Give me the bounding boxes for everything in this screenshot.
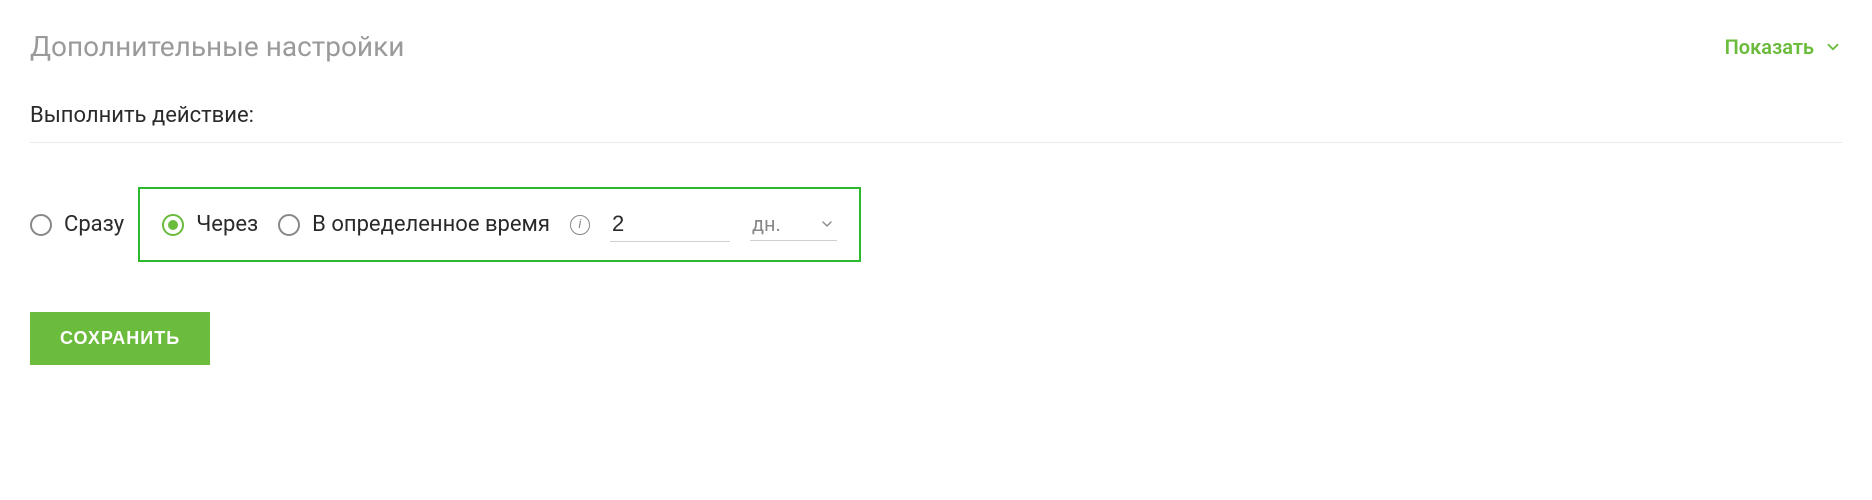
settings-header: Дополнительные настройки Показать bbox=[30, 30, 1842, 63]
section-title: Дополнительные настройки bbox=[30, 30, 404, 63]
save-button[interactable]: СОХРАНИТЬ bbox=[30, 312, 210, 365]
divider bbox=[30, 142, 1842, 143]
option-after[interactable]: Через bbox=[162, 212, 258, 237]
chevron-down-icon bbox=[1824, 38, 1842, 56]
unit-select-value: дн. bbox=[752, 212, 781, 236]
radio-after[interactable] bbox=[162, 214, 184, 236]
radio-after-label: Через bbox=[196, 212, 258, 237]
action-label: Выполнить действие: bbox=[30, 103, 1842, 128]
toggle-show-button[interactable]: Показать bbox=[1725, 35, 1842, 59]
radio-at-time[interactable] bbox=[278, 214, 300, 236]
toggle-show-label: Показать bbox=[1725, 35, 1814, 59]
chevron-down-icon bbox=[819, 216, 835, 232]
option-at-time[interactable]: В определенное время bbox=[278, 212, 550, 237]
radio-at-time-label: В определенное время bbox=[312, 212, 550, 237]
radio-row: Сразу Через В определенное время i дн. bbox=[30, 187, 1842, 262]
info-icon[interactable]: i bbox=[570, 215, 590, 235]
delay-value-input[interactable] bbox=[610, 207, 730, 242]
highlighted-group: Через В определенное время i дн. bbox=[138, 187, 861, 262]
radio-immediately-label: Сразу bbox=[64, 212, 124, 237]
option-immediately[interactable]: Сразу bbox=[30, 212, 124, 237]
unit-select[interactable]: дн. bbox=[750, 208, 837, 241]
radio-immediately[interactable] bbox=[30, 214, 52, 236]
